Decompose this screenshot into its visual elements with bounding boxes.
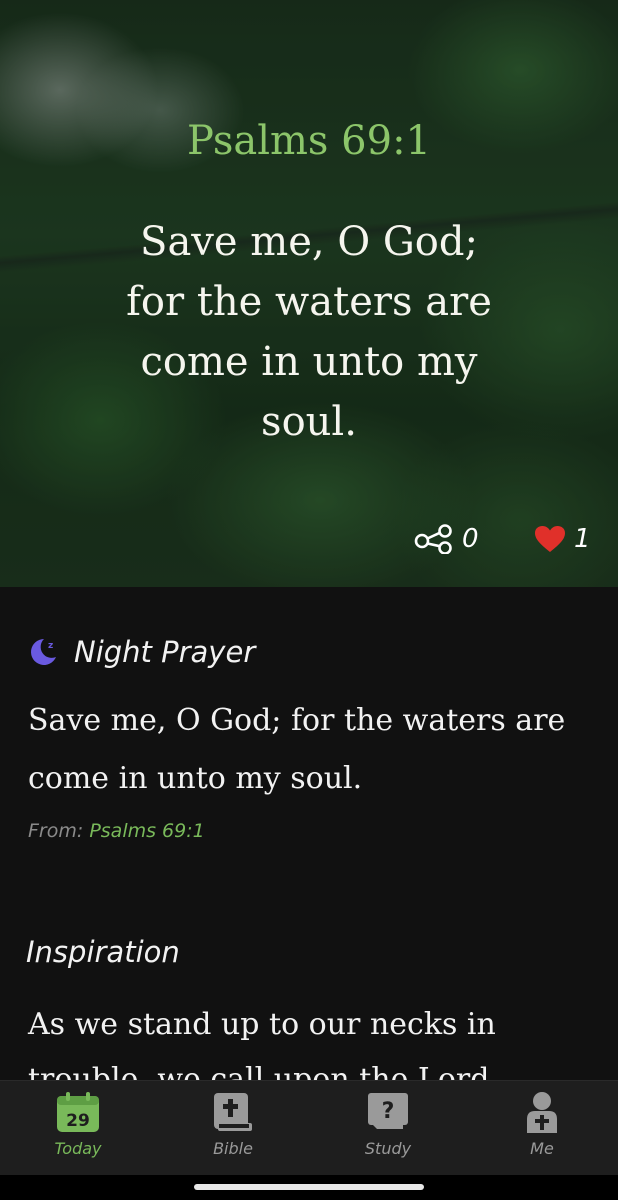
like-count: 1: [574, 524, 591, 554]
bible-icon: [214, 1093, 252, 1131]
bottom-navigation: 29 Today Bible ? Study Me: [0, 1080, 618, 1175]
verse-text: Save me, O God; for the waters are come …: [126, 219, 492, 445]
person-icon: [527, 1092, 557, 1133]
daily-content: z Night Prayer Save me, O God; for the w…: [0, 587, 618, 1097]
nav-label-study: Study: [364, 1139, 412, 1158]
night-prayer-title: Night Prayer: [74, 635, 256, 669]
from-label: From:: [28, 820, 84, 842]
nav-label-today: Today: [54, 1139, 102, 1158]
nav-bible[interactable]: Bible: [178, 1091, 288, 1158]
share-count: 0: [462, 524, 479, 554]
night-prayer-header: z Night Prayer: [26, 635, 255, 669]
home-indicator[interactable]: [194, 1184, 424, 1190]
nav-study[interactable]: ? Study: [333, 1091, 443, 1158]
nav-label-me: Me: [530, 1139, 554, 1158]
moon-icon: z: [31, 639, 56, 665]
share-icon: [414, 524, 452, 554]
night-prayer-text: Save me, O God; for the waters are come …: [28, 703, 566, 796]
heart-icon: [535, 526, 565, 552]
like-button[interactable]: 1: [534, 521, 591, 557]
inspiration-title: Inspiration: [26, 935, 180, 969]
calendar-day: 29: [66, 1111, 90, 1131]
svg-text:z: z: [48, 641, 53, 651]
nav-label-bible: Bible: [213, 1139, 253, 1158]
share-button[interactable]: 0: [414, 521, 479, 557]
nav-me[interactable]: Me: [487, 1091, 597, 1158]
from-reference-link[interactable]: Psalms 69:1: [89, 820, 204, 842]
prayer-source: From: Psalms 69:1: [28, 820, 205, 842]
verse-reference[interactable]: Psalms 69:1: [0, 118, 618, 164]
calendar-icon: 29: [57, 1092, 99, 1132]
question-book-icon: ?: [368, 1093, 408, 1129]
nav-today[interactable]: 29 Today: [23, 1091, 133, 1158]
verse-hero: Psalms 69:1 Save me, O God; for the wate…: [0, 0, 618, 587]
svg-text:?: ?: [382, 1099, 395, 1124]
